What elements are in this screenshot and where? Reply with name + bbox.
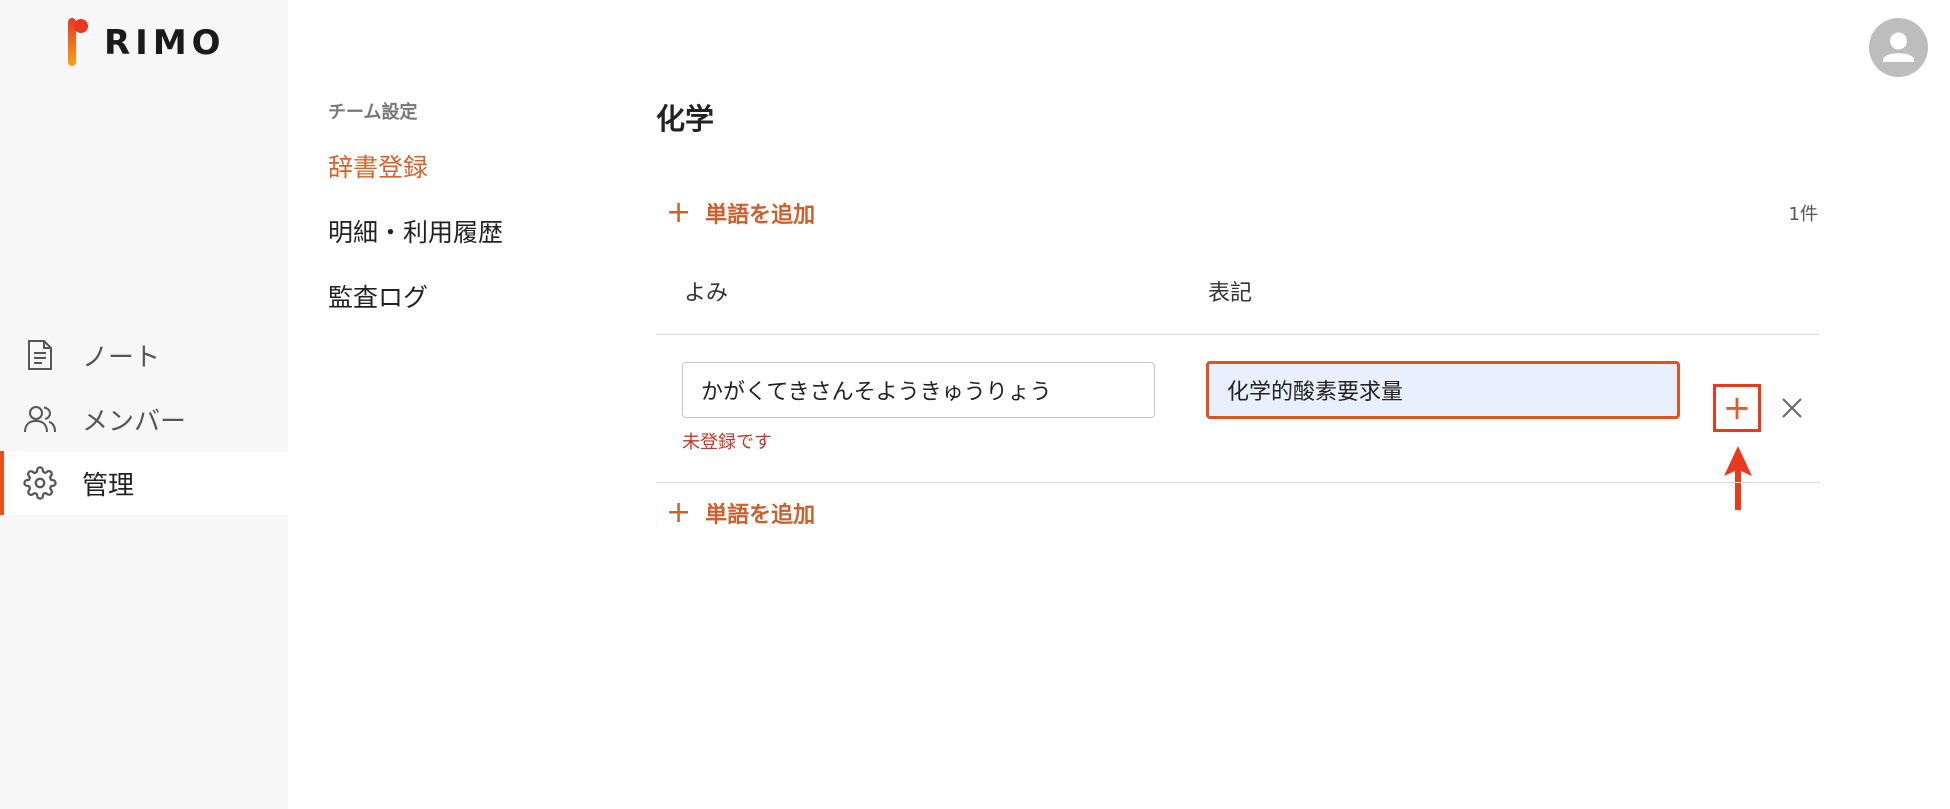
settings-link-audit-log[interactable]: 監査ログ xyxy=(328,282,503,313)
add-word-label: 単語を追加 xyxy=(705,503,816,528)
confirm-add-button[interactable]: + xyxy=(1713,384,1761,432)
delete-row-button[interactable] xyxy=(1776,392,1808,424)
divider xyxy=(656,334,1820,335)
brand-name: RIMO xyxy=(104,23,226,63)
sidebar-nav: ノート メンバー 管理 xyxy=(0,323,288,515)
notation-input[interactable] xyxy=(1206,361,1680,419)
settings-link-dictionary[interactable]: 辞書登録 xyxy=(328,152,503,183)
document-icon xyxy=(22,337,58,373)
divider xyxy=(656,482,1820,483)
plus-icon: + xyxy=(1722,388,1752,428)
rimo-logo-icon xyxy=(68,18,88,68)
close-icon xyxy=(1782,398,1802,418)
sidebar-item-label: 管理 xyxy=(82,470,135,501)
reading-input[interactable] xyxy=(682,362,1155,418)
sidebar-item-members[interactable]: メンバー xyxy=(0,387,288,451)
logo[interactable]: RIMO xyxy=(68,18,226,68)
error-message: 未登録です xyxy=(682,432,772,453)
add-word-button-bottom[interactable]: + 単語を追加 xyxy=(666,497,815,529)
user-avatar[interactable] xyxy=(1869,18,1928,77)
column-header-notation: 表記 xyxy=(1208,281,1253,306)
column-header-reading: よみ xyxy=(684,281,729,306)
add-word-label: 単語を追加 xyxy=(705,203,816,228)
sidebar-item-admin[interactable]: 管理 xyxy=(0,451,288,515)
sidebar-item-label: メンバー xyxy=(82,406,187,437)
settings-nav: チーム設定 辞書登録 明細・利用履歴 監査ログ xyxy=(328,98,503,347)
highlight-arrow-icon xyxy=(1724,446,1752,510)
word-count: 1件 xyxy=(1788,204,1818,225)
sidebar-item-notes[interactable]: ノート xyxy=(0,323,288,387)
user-icon xyxy=(1869,18,1928,77)
plus-icon: + xyxy=(666,495,692,530)
sidebar-item-label: ノート xyxy=(82,342,161,373)
gear-icon xyxy=(22,465,58,501)
page-title: 化学 xyxy=(656,102,715,136)
sidebar: RIMO ノート メンバー 管理 xyxy=(0,0,288,809)
users-icon xyxy=(22,401,58,437)
plus-icon: + xyxy=(666,195,692,230)
settings-section-title: チーム設定 xyxy=(328,102,418,123)
settings-link-billing-history[interactable]: 明細・利用履歴 xyxy=(328,217,503,248)
add-word-button-top[interactable]: + 単語を追加 xyxy=(666,197,815,229)
